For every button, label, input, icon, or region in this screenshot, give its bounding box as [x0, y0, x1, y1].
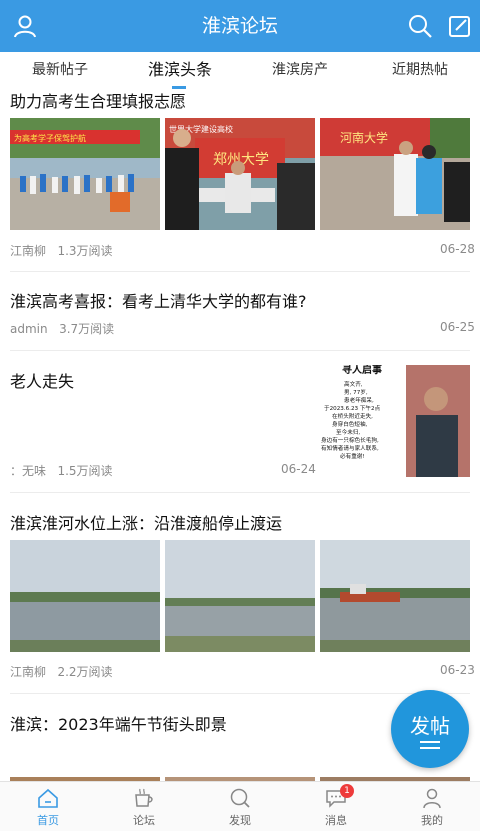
post-date: 06-25 — [440, 320, 475, 334]
post-photo[interactable] — [320, 540, 470, 652]
post-views: 2.2万阅读 — [57, 665, 113, 679]
tabbar-label: 消息 — [325, 814, 347, 827]
unread-badge: 1 — [340, 784, 354, 798]
post-views: 1.3万阅读 — [57, 244, 113, 258]
coffee-cup-icon — [135, 788, 153, 807]
tabbar-messages[interactable]: 1 消息 — [288, 782, 384, 831]
notice-line: 身边有一只棕色长毛狗, — [321, 436, 379, 444]
post-date: 06-24 — [281, 462, 316, 476]
post-date: 06-28 — [440, 242, 475, 256]
post-views: 3.7万阅读 — [59, 322, 115, 336]
new-post-label: 发帖 — [410, 714, 450, 738]
tabbar-label: 首页 — [37, 814, 59, 827]
tabbar-forum[interactable]: 论坛 — [96, 782, 192, 831]
notice-heading: 寻人启事 — [342, 365, 382, 376]
divider — [10, 350, 470, 351]
banner-text: 为高考学子保驾护航 — [14, 133, 86, 143]
profile-icon — [423, 788, 441, 809]
post-author[interactable]: 江南柳 — [10, 665, 46, 679]
tab-housing[interactable]: 淮滨房产 — [262, 52, 338, 88]
tabbar-profile[interactable]: 我的 — [384, 782, 480, 831]
post-photo[interactable] — [165, 540, 315, 652]
post-photo[interactable]: 河南大学 — [320, 118, 470, 230]
home-icon — [38, 788, 58, 808]
notice-line: 必有重谢! — [340, 452, 365, 460]
compass-icon — [230, 788, 250, 808]
banner-text: 河南大学 — [340, 130, 388, 145]
post-title[interactable]: 老人走失 — [10, 368, 74, 392]
tabbar-discover[interactable]: 发现 — [192, 782, 288, 831]
post-photo[interactable]: 世界大学建设高校 郑州大学 — [165, 118, 315, 230]
notice-line: 高文齐, — [344, 380, 363, 388]
post-author[interactable]: admin — [10, 322, 48, 336]
menu-icon — [420, 741, 440, 753]
tab-hot[interactable]: 近期热帖 — [382, 52, 458, 88]
post-author[interactable]: 江南柳 — [10, 244, 46, 258]
notice-line: 于2023.6.23 下午2点 — [324, 404, 381, 412]
post-photo[interactable]: 为高考学子保驾护航 — [10, 118, 160, 230]
post-author[interactable]: ：无味 — [10, 464, 46, 478]
notice-line: 至今未归, — [336, 428, 360, 436]
post-title[interactable]: 助力高考生合理填报志愿 — [10, 88, 186, 112]
post-photo[interactable] — [165, 741, 315, 781]
post-date: 06-23 — [440, 663, 475, 677]
missing-person-notice-image[interactable]: 寻人启事 高文齐, 男, 77岁, 患老年痴呆, 于2023.6.23 下午2点… — [320, 365, 470, 477]
divider — [10, 271, 470, 272]
category-tabs: 最新帖子 淮滨头条 淮滨房产 近期热帖 — [0, 52, 480, 88]
notice-line: 在桥头附近走失, — [332, 412, 373, 420]
tabbar-label: 发现 — [229, 814, 251, 827]
tabbar-label: 论坛 — [133, 814, 155, 827]
post-title[interactable]: 淮滨淮河水位上涨：沿淮渡船停止渡运 — [10, 510, 282, 534]
active-tab-indicator — [172, 86, 186, 89]
tab-headlines[interactable]: 淮滨头条 — [140, 52, 220, 88]
tab-latest[interactable]: 最新帖子 — [22, 52, 98, 88]
divider — [10, 492, 470, 493]
notice-line: 身穿白色短袖, — [332, 420, 368, 428]
notice-line: 男, 77岁, — [344, 388, 368, 396]
notice-line: 有知情者请与家人联系, — [321, 444, 379, 452]
new-post-button[interactable]: 发帖 — [391, 690, 469, 768]
tabbar-label: 我的 — [421, 814, 443, 827]
top-app-bar: 淮滨论坛 — [0, 0, 480, 52]
post-title[interactable]: 淮滨高考喜报：看考上清华大学的都有谁? — [10, 288, 307, 312]
tabbar-home[interactable]: 首页 — [0, 782, 96, 831]
search-icon[interactable] — [406, 12, 434, 40]
bottom-tab-bar: 首页 论坛 发现 1 消息 我的 — [0, 781, 480, 831]
post-title[interactable]: 淮滨：2023年端午节街头即景 — [10, 711, 227, 735]
divider — [10, 693, 470, 694]
post-photo[interactable] — [10, 741, 160, 781]
post-photo[interactable] — [10, 540, 160, 652]
notice-line: 患老年痴呆, — [344, 396, 374, 404]
post-views: 1.5万阅读 — [57, 464, 113, 478]
edit-icon[interactable] — [446, 12, 474, 40]
